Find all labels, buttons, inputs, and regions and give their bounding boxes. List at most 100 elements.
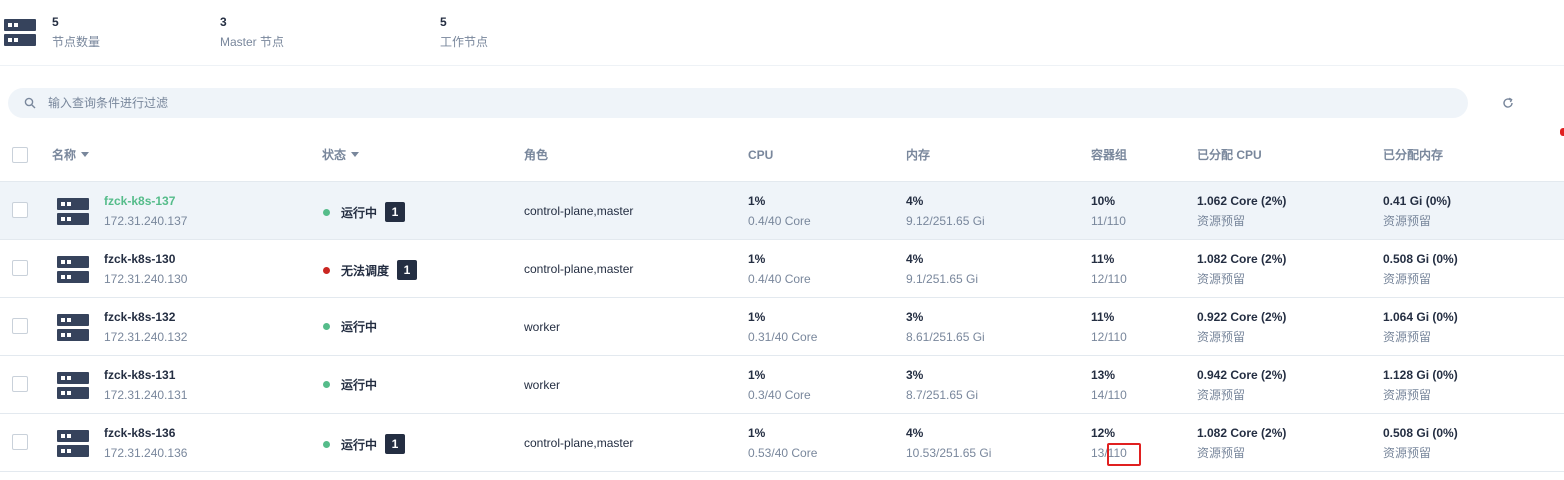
allocated-memory-cell: 0.41 Gi (0%) 资源预留 — [1383, 194, 1451, 228]
allocated-cpu-note: 资源预留 — [1197, 214, 1246, 228]
server-icon — [57, 197, 89, 232]
memory-usage-cell: 3% 8.7/251.65 Gi — [906, 368, 978, 402]
memory-usage-cell: 4% 9.1/251.65 Gi — [906, 252, 978, 286]
stat-value: 3 — [220, 15, 227, 29]
memory-percent: 4% — [906, 194, 924, 208]
allocated-cpu-note: 资源预留 — [1197, 330, 1246, 344]
node-ip: 172.31.240.132 — [104, 330, 188, 344]
refresh-icon[interactable] — [1500, 95, 1516, 111]
row-checkbox[interactable] — [12, 434, 28, 450]
table-row[interactable]: fzck-k8s-132 172.31.240.132 运行中 worker 1% 0.3… — [0, 298, 1564, 356]
filter-caret-icon — [351, 152, 360, 158]
allocated-memory-note: 资源预留 — [1383, 446, 1432, 460]
cpu-percent: 1% — [748, 310, 766, 324]
server-icon — [57, 371, 89, 406]
allocated-cpu-value: 1.062 Core (2%) — [1197, 194, 1287, 208]
node-name-cell: fzck-k8s-132 172.31.240.132 — [104, 310, 187, 344]
row-checkbox[interactable] — [12, 260, 28, 276]
cpu-detail: 0.31/40 Core — [748, 330, 818, 344]
status-text: 运行中 — [341, 437, 378, 452]
node-name-link[interactable]: fzck-k8s-131 — [104, 368, 187, 382]
taint-count-badge[interactable]: 1 — [385, 202, 406, 222]
node-table: 名称 状态 角色 CPU 内存 容器组 已分配 CPU 已分配内存 fzck-k… — [0, 130, 1564, 472]
memory-detail: 8.61/251.65 Gi — [906, 330, 985, 344]
header-memory: 内存 — [906, 148, 931, 162]
table-row[interactable]: fzck-k8s-136 172.31.240.136 运行中 1 control-pl… — [0, 414, 1564, 472]
memory-percent: 4% — [906, 252, 924, 266]
header-pods: 容器组 — [1091, 148, 1128, 162]
node-status-cell: 运行中 1 — [322, 434, 406, 454]
allocated-memory-value: 0.508 Gi (0%) — [1383, 426, 1458, 440]
node-role: worker — [524, 378, 561, 392]
memory-detail: 8.7/251.65 Gi — [906, 388, 979, 402]
row-checkbox[interactable] — [12, 318, 28, 334]
memory-percent: 3% — [906, 368, 924, 382]
pods-detail: 12/110 — [1091, 330, 1127, 344]
node-ip: 172.31.240.136 — [104, 446, 188, 460]
node-status-cell: 无法调度 1 — [322, 260, 418, 280]
allocated-memory-value: 0.41 Gi (0%) — [1383, 194, 1452, 208]
cpu-detail: 0.4/40 Core — [748, 272, 811, 286]
allocated-cpu-cell: 0.942 Core (2%) 资源预留 — [1197, 368, 1286, 402]
cpu-detail: 0.3/40 Core — [748, 388, 811, 402]
allocated-cpu-cell: 1.082 Core (2%) 资源预留 — [1197, 426, 1286, 460]
node-name-link[interactable]: fzck-k8s-136 — [104, 426, 187, 440]
table-row[interactable]: fzck-k8s-131 172.31.240.131 运行中 worker 1% 0.3… — [0, 356, 1564, 414]
allocated-cpu-value: 0.922 Core (2%) — [1197, 310, 1287, 324]
node-ip: 172.31.240.130 — [104, 272, 188, 286]
cpu-usage-cell: 1% 0.53/40 Core — [748, 426, 817, 460]
header-status[interactable]: 状态 — [322, 148, 360, 162]
node-status-cell: 运行中 1 — [322, 202, 406, 222]
cpu-usage-cell: 1% 0.3/40 Core — [748, 368, 811, 402]
node-name-link[interactable]: fzck-k8s-132 — [104, 310, 187, 324]
status-text: 无法调度 — [341, 263, 390, 278]
status-text: 运行中 — [341, 320, 378, 334]
header-name[interactable]: 名称 — [52, 148, 90, 162]
node-name-cell: fzck-k8s-137 172.31.240.137 — [104, 194, 187, 228]
node-role: control-plane,master — [524, 262, 634, 276]
pods-detail: 14/110 — [1091, 388, 1127, 402]
node-ip: 172.31.240.131 — [104, 388, 188, 402]
stat-master-count: 3 Master 节点 — [220, 15, 284, 49]
allocated-cpu-cell: 1.082 Core (2%) 资源预留 — [1197, 252, 1286, 286]
pods-percent: 12% — [1091, 426, 1116, 440]
node-role: control-plane,master — [524, 436, 634, 450]
search-bar[interactable] — [8, 88, 1468, 118]
allocated-memory-value: 0.508 Gi (0%) — [1383, 252, 1458, 266]
allocated-cpu-value: 0.942 Core (2%) — [1197, 368, 1287, 382]
row-checkbox[interactable] — [12, 202, 28, 218]
select-all-checkbox[interactable] — [12, 147, 28, 163]
stat-node-count: 5 节点数量 — [52, 15, 100, 49]
pods-percent: 13% — [1091, 368, 1116, 382]
table-row[interactable]: fzck-k8s-130 172.31.240.130 无法调度 1 control-p… — [0, 240, 1564, 298]
memory-usage-cell: 4% 10.53/251.65 Gi — [906, 426, 991, 460]
node-name-link[interactable]: fzck-k8s-130 — [104, 252, 187, 266]
node-name-link[interactable]: fzck-k8s-137 — [104, 194, 187, 208]
row-checkbox[interactable] — [12, 376, 28, 392]
node-ip: 172.31.240.137 — [104, 214, 188, 228]
node-status-cell: 运行中 — [322, 318, 377, 335]
taint-count-badge[interactable]: 1 — [397, 260, 418, 280]
pods-percent: 11% — [1091, 252, 1115, 266]
search-input[interactable] — [48, 88, 1448, 118]
header-role: 角色 — [524, 148, 549, 162]
cpu-usage-cell: 1% 0.4/40 Core — [748, 252, 811, 286]
table-header: 名称 状态 角色 CPU 内存 容器组 已分配 CPU 已分配内存 — [0, 130, 1564, 182]
taint-count-badge[interactable]: 1 — [385, 434, 406, 454]
table-row[interactable]: fzck-k8s-137 172.31.240.137 运行中 1 control-pl… — [0, 182, 1564, 240]
allocated-cpu-note: 资源预留 — [1197, 388, 1246, 402]
cpu-usage-cell: 1% 0.4/40 Core — [748, 194, 811, 228]
memory-percent: 3% — [906, 310, 924, 324]
status-dot-icon — [323, 381, 330, 388]
memory-detail: 10.53/251.65 Gi — [906, 446, 992, 460]
stat-worker-count: 5 工作节点 — [440, 15, 488, 49]
node-status-cell: 运行中 — [322, 376, 377, 393]
allocated-memory-cell: 1.064 Gi (0%) 资源预留 — [1383, 310, 1458, 344]
status-dot-icon — [323, 266, 330, 274]
status-dot-icon — [323, 323, 330, 330]
pods-usage-cell: 11% 12/110 — [1091, 252, 1127, 286]
status-text: 运行中 — [341, 378, 378, 392]
allocated-cpu-cell: 0.922 Core (2%) 资源预留 — [1197, 310, 1286, 344]
cpu-detail: 0.53/40 Core — [748, 446, 818, 460]
stat-value: 5 — [52, 15, 59, 29]
